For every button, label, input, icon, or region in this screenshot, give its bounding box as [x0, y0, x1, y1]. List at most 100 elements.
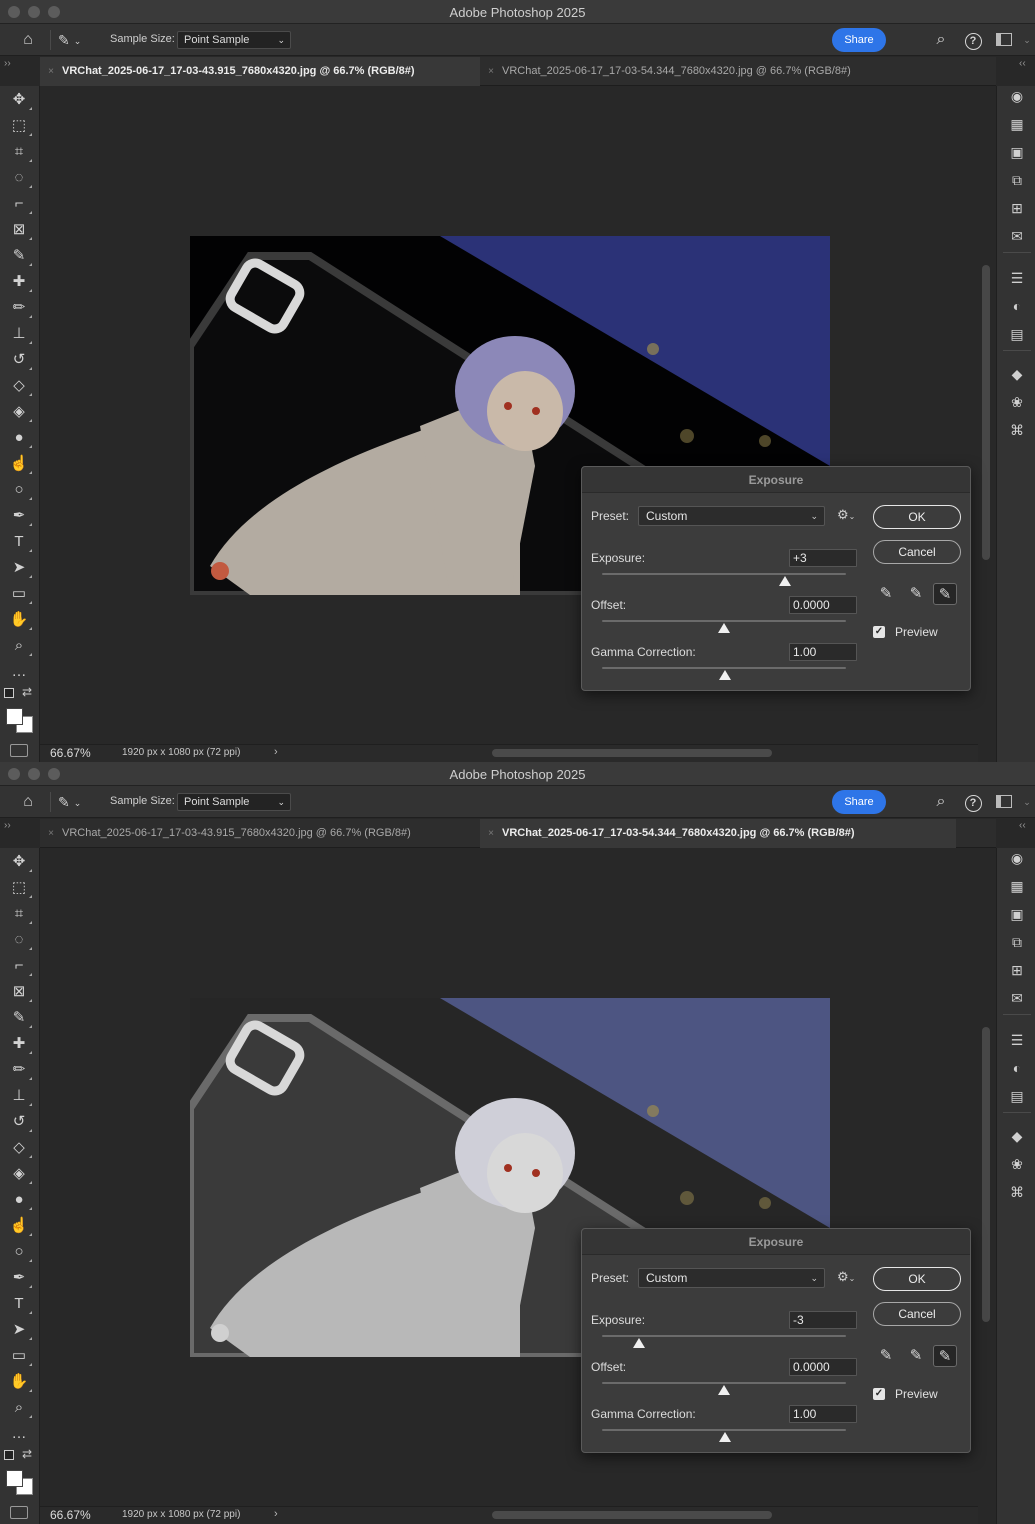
horizontal-scrollbar[interactable]	[492, 749, 772, 757]
swap-colors-icon[interactable]: ⇄	[22, 685, 32, 699]
eraser-icon[interactable]: ◇	[0, 1136, 38, 1160]
vertical-scrollbar[interactable]	[982, 265, 990, 560]
share-button[interactable]: Share	[832, 28, 886, 52]
black-point-eyedropper-icon[interactable]: ✎	[874, 1345, 898, 1367]
color-swatches[interactable]	[6, 1470, 34, 1496]
swatches-icon[interactable]: ▦	[1006, 114, 1028, 134]
zoom-icon[interactable]: ⌕	[0, 634, 38, 658]
gray-point-eyedropper-icon[interactable]: ✎	[904, 1345, 928, 1367]
chevron-down-icon[interactable]: ⌄	[1016, 792, 1035, 812]
eraser-icon[interactable]: ◇	[0, 374, 38, 398]
quick-select-icon[interactable]: ◌	[0, 166, 38, 190]
offset-slider-track[interactable]	[602, 620, 846, 622]
tool-preset-picker[interactable]: ✎ ⌄	[58, 30, 98, 50]
document-tab[interactable]: × VRChat_2025-06-17_17-03-43.915_7680x432…	[40, 57, 480, 86]
zoom-icon[interactable]: ⌕	[0, 1396, 38, 1420]
smudge-icon[interactable]: ☝	[0, 452, 38, 476]
pen-icon[interactable]: ✒	[0, 504, 38, 528]
preset-select[interactable]: Custom ⌄	[638, 506, 825, 526]
more-tools-icon[interactable]: …	[0, 1422, 38, 1446]
chevron-right-icon[interactable]: ›	[274, 746, 278, 758]
quick-select-icon[interactable]: ◌	[0, 928, 38, 952]
eyedropper-icon[interactable]: ✎	[0, 244, 38, 268]
rectangle-icon[interactable]: ▭	[0, 582, 38, 606]
offset-input[interactable]: 0.0000	[789, 1358, 857, 1376]
color-swatches[interactable]	[6, 708, 34, 734]
pen-icon[interactable]: ✒	[0, 1266, 38, 1290]
comments-icon[interactable]: ✉	[1006, 226, 1028, 246]
gamma-slider-thumb[interactable]	[719, 1432, 731, 1442]
patterns-icon[interactable]: ⧉	[1006, 932, 1028, 952]
share-button[interactable]: Share	[832, 790, 886, 814]
move-icon[interactable]: ✥	[0, 850, 38, 874]
horizontal-scrollbar[interactable]	[492, 1511, 772, 1519]
help-icon[interactable]: ?	[962, 792, 984, 812]
search-icon[interactable]: ⌕	[930, 30, 952, 50]
tab-close-icon[interactable]: ×	[40, 57, 62, 86]
more-tools-icon[interactable]: …	[0, 660, 38, 684]
preview-checkbox[interactable]: ✓	[873, 1388, 885, 1400]
black-point-eyedropper-icon[interactable]: ✎	[874, 583, 898, 605]
channels-icon[interactable]: ❀	[1006, 392, 1028, 412]
exposure-slider-thumb[interactable]	[779, 576, 792, 586]
collapse-panels-icon[interactable]: ‹‹	[1019, 58, 1026, 69]
exposure-slider-track[interactable]	[602, 1335, 846, 1337]
adjustments-icon[interactable]: ◐	[1006, 296, 1028, 316]
exposure-input[interactable]: +3	[789, 549, 857, 567]
exposure-input[interactable]: -3	[789, 1311, 857, 1329]
object-select-icon[interactable]: ⌗	[0, 902, 38, 926]
offset-slider-thumb[interactable]	[718, 1385, 730, 1395]
offset-slider-track[interactable]	[602, 1382, 846, 1384]
type-icon[interactable]: T	[0, 530, 38, 554]
exposure-slider-track[interactable]	[602, 573, 846, 575]
path-select-icon[interactable]: ➤	[0, 556, 38, 580]
properties-icon[interactable]: ☰	[1006, 1030, 1028, 1050]
object-select-icon[interactable]: ⌗	[0, 140, 38, 164]
document-tab[interactable]: × VRChat_2025-06-17_17-03-54.344_7680x432…	[480, 819, 956, 848]
marquee-icon[interactable]: ⬚	[0, 114, 38, 138]
gamma-correction-input[interactable]: 1.00	[789, 643, 857, 661]
tab-close-icon[interactable]: ×	[480, 57, 502, 86]
healing-brush-icon[interactable]: ✚	[0, 270, 38, 294]
zoom-level[interactable]: 66.67%	[50, 1508, 91, 1522]
exposure-slider-thumb[interactable]	[632, 1338, 645, 1348]
paint-bucket-icon[interactable]: ◈	[0, 400, 38, 424]
chevron-right-icon[interactable]: ›	[274, 1508, 278, 1520]
layers-icon[interactable]: ◆	[1006, 364, 1028, 384]
cancel-button[interactable]: Cancel	[873, 1302, 961, 1326]
document-tab[interactable]: × VRChat_2025-06-17_17-03-43.915_7680x432…	[40, 819, 480, 848]
blur-icon[interactable]: ●	[0, 426, 38, 450]
gamma-correction-input[interactable]: 1.00	[789, 1405, 857, 1423]
marquee-icon[interactable]: ⬚	[0, 876, 38, 900]
color-palette-icon[interactable]: ◉	[1006, 848, 1028, 868]
path-select-icon[interactable]: ➤	[0, 1318, 38, 1342]
workspace-icon[interactable]	[993, 792, 1015, 812]
sample-size-select[interactable]: Point Sample ⌄	[177, 31, 291, 49]
paths-icon[interactable]: ⌘	[1006, 1182, 1028, 1202]
foreground-color-swatch[interactable]	[6, 1470, 23, 1487]
crop-icon[interactable]: ⌐	[0, 954, 38, 978]
gamma-slider-track[interactable]	[602, 667, 846, 669]
eyedropper-icon[interactable]: ✎	[0, 1006, 38, 1030]
foreground-color-swatch[interactable]	[6, 708, 23, 725]
libraries-icon[interactable]: ▤	[1006, 1086, 1028, 1106]
brush-icon[interactable]: ✏	[0, 296, 38, 320]
default-colors-icon[interactable]	[4, 1450, 14, 1460]
type-icon[interactable]: T	[0, 1292, 38, 1316]
clone-stamp-icon[interactable]: ⊥	[0, 1084, 38, 1108]
collapse-toolbar-icon[interactable]: ››	[4, 820, 11, 831]
healing-brush-icon[interactable]: ✚	[0, 1032, 38, 1056]
offset-slider-thumb[interactable]	[718, 623, 730, 633]
color-palette-icon[interactable]: ◉	[1006, 86, 1028, 106]
home-icon[interactable]: ⌂	[14, 792, 42, 812]
ok-button[interactable]: OK	[873, 505, 961, 529]
quick-mask-icon[interactable]	[10, 744, 28, 757]
document-tab[interactable]: × VRChat_2025-06-17_17-03-54.344_7680x432…	[480, 57, 956, 86]
tab-close-icon[interactable]: ×	[40, 819, 62, 848]
vertical-scrollbar[interactable]	[982, 1027, 990, 1322]
grid-icon[interactable]: ⊞	[1006, 960, 1028, 980]
cancel-button[interactable]: Cancel	[873, 540, 961, 564]
offset-input[interactable]: 0.0000	[789, 596, 857, 614]
patterns-icon[interactable]: ⧉	[1006, 170, 1028, 190]
gradients-icon[interactable]: ▣	[1006, 142, 1028, 162]
